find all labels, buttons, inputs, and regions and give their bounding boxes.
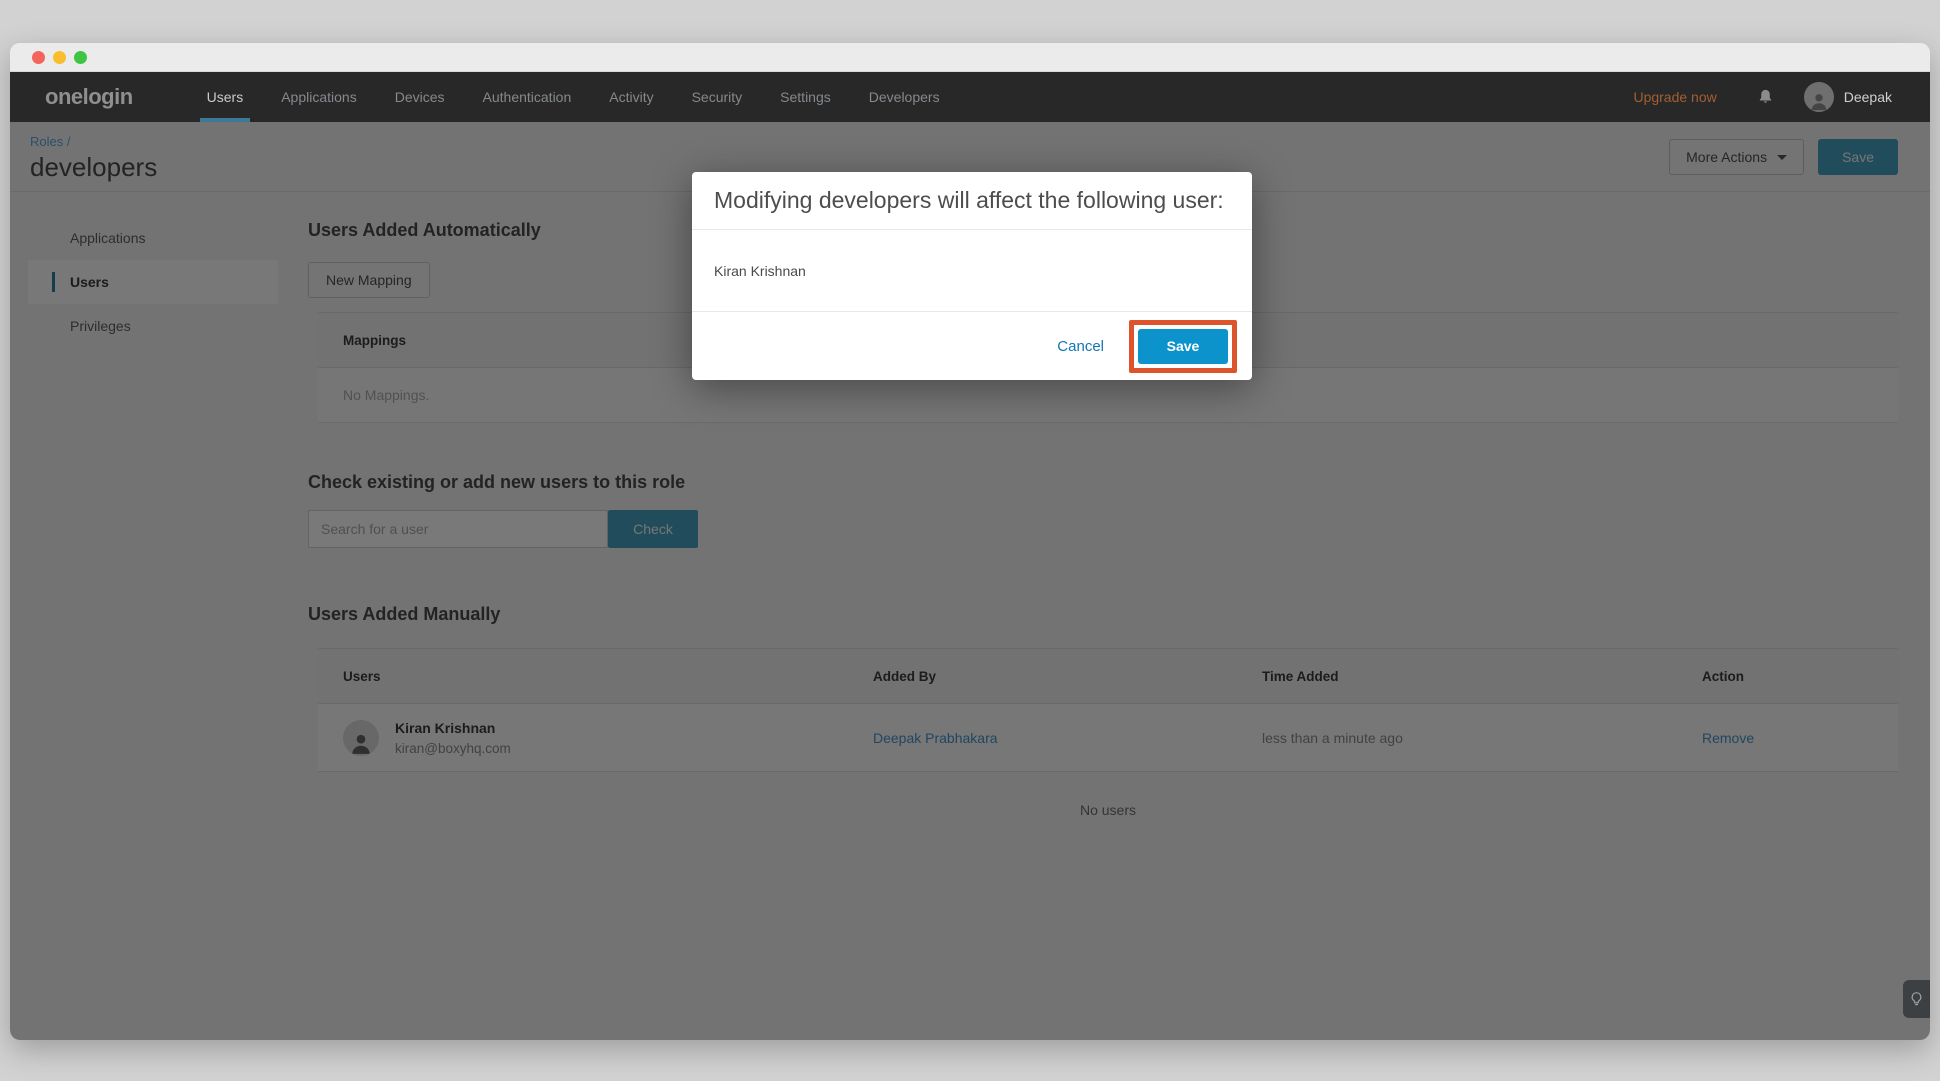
lightbulb-icon	[1909, 990, 1924, 1008]
modal-title: Modifying developers will affect the fol…	[692, 172, 1252, 230]
onelogin-logo: onelogin	[45, 84, 133, 110]
nav-item-security[interactable]: Security	[673, 72, 762, 122]
user-avatar[interactable]	[1804, 82, 1834, 112]
nav-item-applications[interactable]: Applications	[262, 72, 376, 122]
minimize-button[interactable]	[53, 51, 66, 64]
top-navbar: onelogin Users Applications Devices Auth…	[10, 72, 1930, 122]
page-content: Roles / developers More Actions Save App…	[10, 122, 1930, 1040]
nav-item-developers[interactable]: Developers	[850, 72, 959, 122]
nav-item-users[interactable]: Users	[188, 72, 263, 122]
window-titlebar	[10, 43, 1930, 72]
close-button[interactable]	[32, 51, 45, 64]
bell-icon[interactable]	[1757, 88, 1774, 106]
upgrade-now-link[interactable]: Upgrade now	[1633, 89, 1716, 105]
maximize-button[interactable]	[74, 51, 87, 64]
nav-item-devices[interactable]: Devices	[376, 72, 464, 122]
confirm-modal: Modifying developers will affect the fol…	[692, 172, 1252, 380]
help-tab[interactable]	[1903, 980, 1930, 1018]
modal-affected-user: Kiran Krishnan	[692, 230, 1252, 312]
navbar-right: Upgrade now Deepak	[1633, 72, 1930, 122]
nav-item-activity[interactable]: Activity	[590, 72, 672, 122]
nav-item-authentication[interactable]: Authentication	[464, 72, 591, 122]
save-button-wrapper: Save	[1138, 329, 1228, 364]
modal-footer: Cancel Save	[692, 312, 1252, 380]
cancel-button[interactable]: Cancel	[1057, 338, 1104, 355]
nav-menu: Users Applications Devices Authenticatio…	[188, 72, 959, 122]
user-name-label[interactable]: Deepak	[1844, 89, 1892, 105]
nav-item-settings[interactable]: Settings	[761, 72, 850, 122]
modal-save-button[interactable]: Save	[1138, 329, 1228, 364]
app-window: onelogin Users Applications Devices Auth…	[10, 43, 1930, 1040]
